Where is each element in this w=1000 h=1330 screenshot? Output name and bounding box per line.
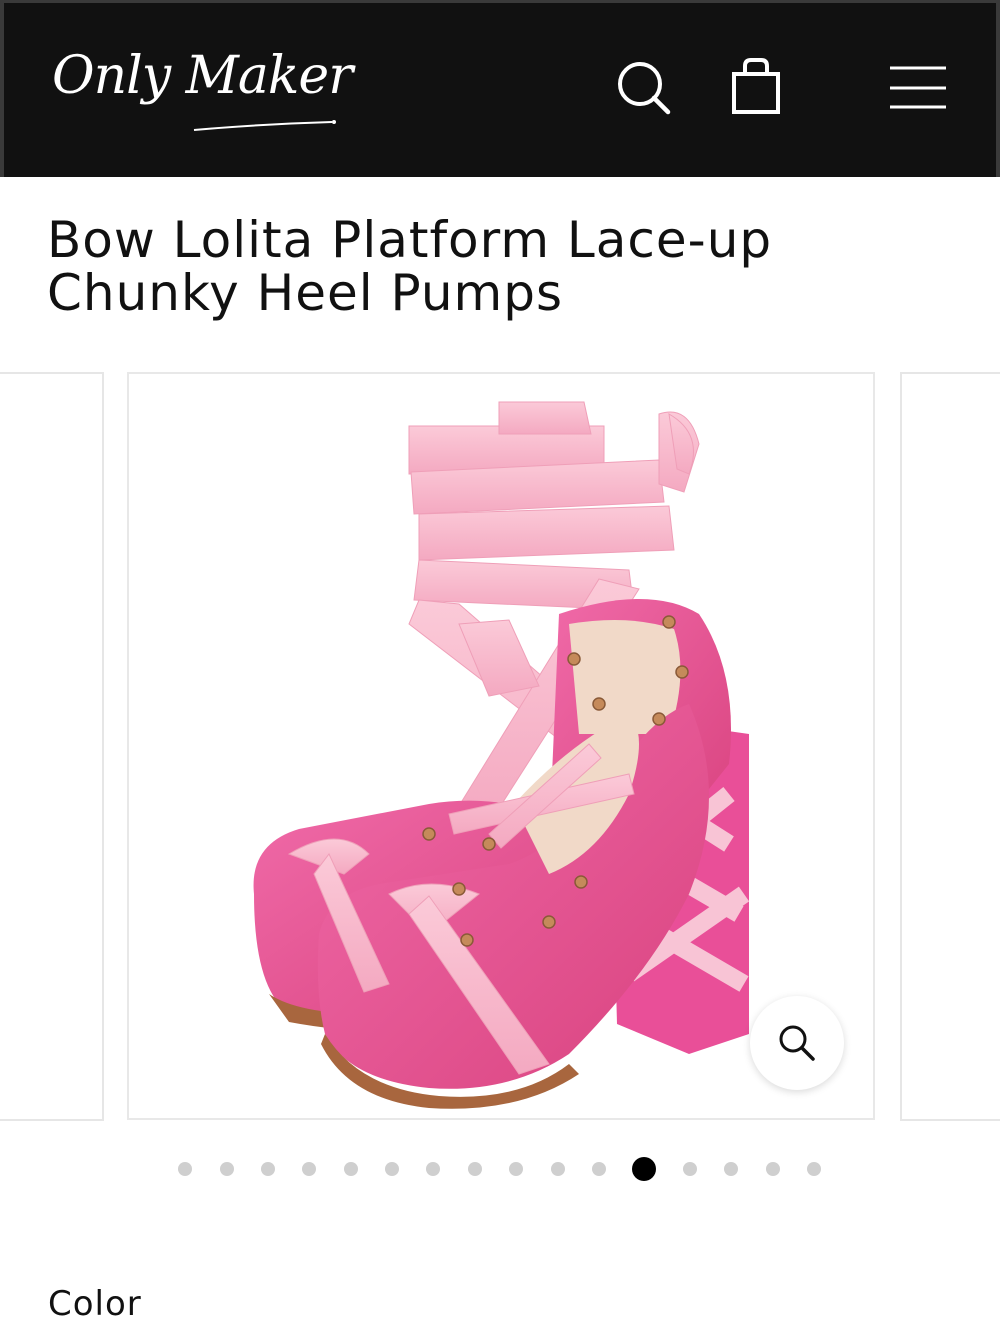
gallery-dot-8[interactable] bbox=[468, 1162, 482, 1176]
gallery-dot-5[interactable] bbox=[344, 1162, 358, 1176]
gallery-prev-slide[interactable] bbox=[0, 372, 104, 1121]
gallery-dot-1[interactable] bbox=[178, 1162, 192, 1176]
gallery-next-slide[interactable] bbox=[900, 372, 1000, 1121]
hamburger-menu-icon bbox=[890, 66, 946, 109]
gallery-pagination bbox=[0, 1155, 1000, 1183]
logo-underline-flourish bbox=[193, 120, 336, 131]
color-option-label: Color bbox=[48, 1284, 142, 1324]
product-title: Bow Lolita Platform Lace-up Chunky Heel … bbox=[47, 211, 773, 322]
menu-button[interactable] bbox=[884, 62, 950, 114]
logo-text: Only Maker bbox=[52, 46, 353, 106]
gallery-dot-3[interactable] bbox=[261, 1162, 275, 1176]
search-icon bbox=[618, 62, 671, 115]
gallery-dot-2[interactable] bbox=[220, 1162, 234, 1176]
gallery-dot-15[interactable] bbox=[766, 1162, 780, 1176]
shopping-bag-icon bbox=[732, 58, 780, 114]
search-button[interactable] bbox=[614, 58, 674, 118]
gallery-dot-6[interactable] bbox=[385, 1162, 399, 1176]
gallery-dot-13[interactable] bbox=[683, 1162, 697, 1176]
gallery-dot-4[interactable] bbox=[302, 1162, 316, 1176]
zoom-magnifier-icon bbox=[779, 1025, 815, 1061]
cart-button[interactable] bbox=[726, 56, 786, 118]
gallery-dot-12[interactable] bbox=[632, 1157, 656, 1181]
gallery-dot-10[interactable] bbox=[551, 1162, 565, 1176]
gallery-dot-14[interactable] bbox=[724, 1162, 738, 1176]
product-image bbox=[253, 401, 750, 1109]
gallery-main-slide[interactable] bbox=[127, 372, 875, 1120]
site-header: Only Maker bbox=[0, 0, 1000, 177]
gallery-dot-7[interactable] bbox=[426, 1162, 440, 1176]
zoom-button[interactable] bbox=[750, 996, 844, 1090]
brand-logo[interactable]: Only Maker bbox=[52, 36, 353, 136]
gallery-dot-16[interactable] bbox=[807, 1162, 821, 1176]
gallery-dot-11[interactable] bbox=[592, 1162, 606, 1176]
gallery-dot-9[interactable] bbox=[509, 1162, 523, 1176]
